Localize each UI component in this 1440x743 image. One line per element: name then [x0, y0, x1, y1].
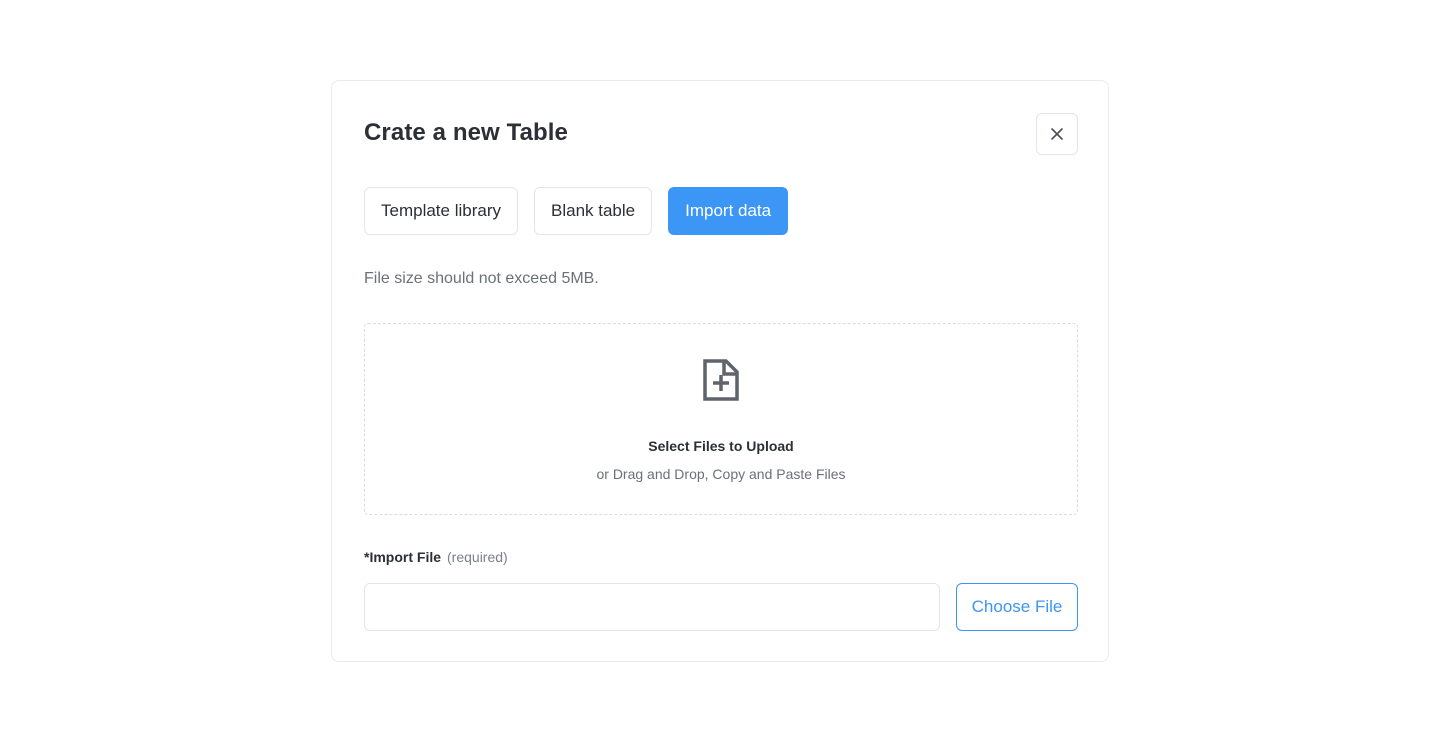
close-button[interactable]: [1036, 113, 1078, 155]
dropzone-title: Select Files to Upload: [648, 438, 794, 454]
file-size-hint: File size should not exceed 5MB.: [364, 270, 599, 287]
close-icon: [1051, 128, 1063, 140]
tab-bar: Template library Blank table Import data: [364, 187, 789, 235]
tab-template-library[interactable]: Template library: [364, 187, 518, 235]
tab-blank-table[interactable]: Blank table: [534, 187, 653, 235]
file-plus-icon: [703, 359, 739, 401]
create-table-dialog: Crate a new Table Template library Blank…: [331, 80, 1109, 662]
import-file-label-text: *Import File: [364, 549, 442, 565]
import-file-input[interactable]: [364, 583, 940, 631]
dropzone-subtitle: or Drag and Drop, Copy and Paste Files: [596, 466, 846, 482]
tab-import-data[interactable]: Import data: [668, 187, 789, 235]
import-file-label: *Import File (required): [364, 549, 508, 565]
choose-file-button[interactable]: Choose File: [956, 583, 1078, 631]
file-dropzone[interactable]: Select Files to Upload or Drag and Drop,…: [364, 323, 1078, 515]
required-note: (required): [447, 549, 508, 565]
dialog-title: Crate a new Table: [364, 119, 568, 146]
